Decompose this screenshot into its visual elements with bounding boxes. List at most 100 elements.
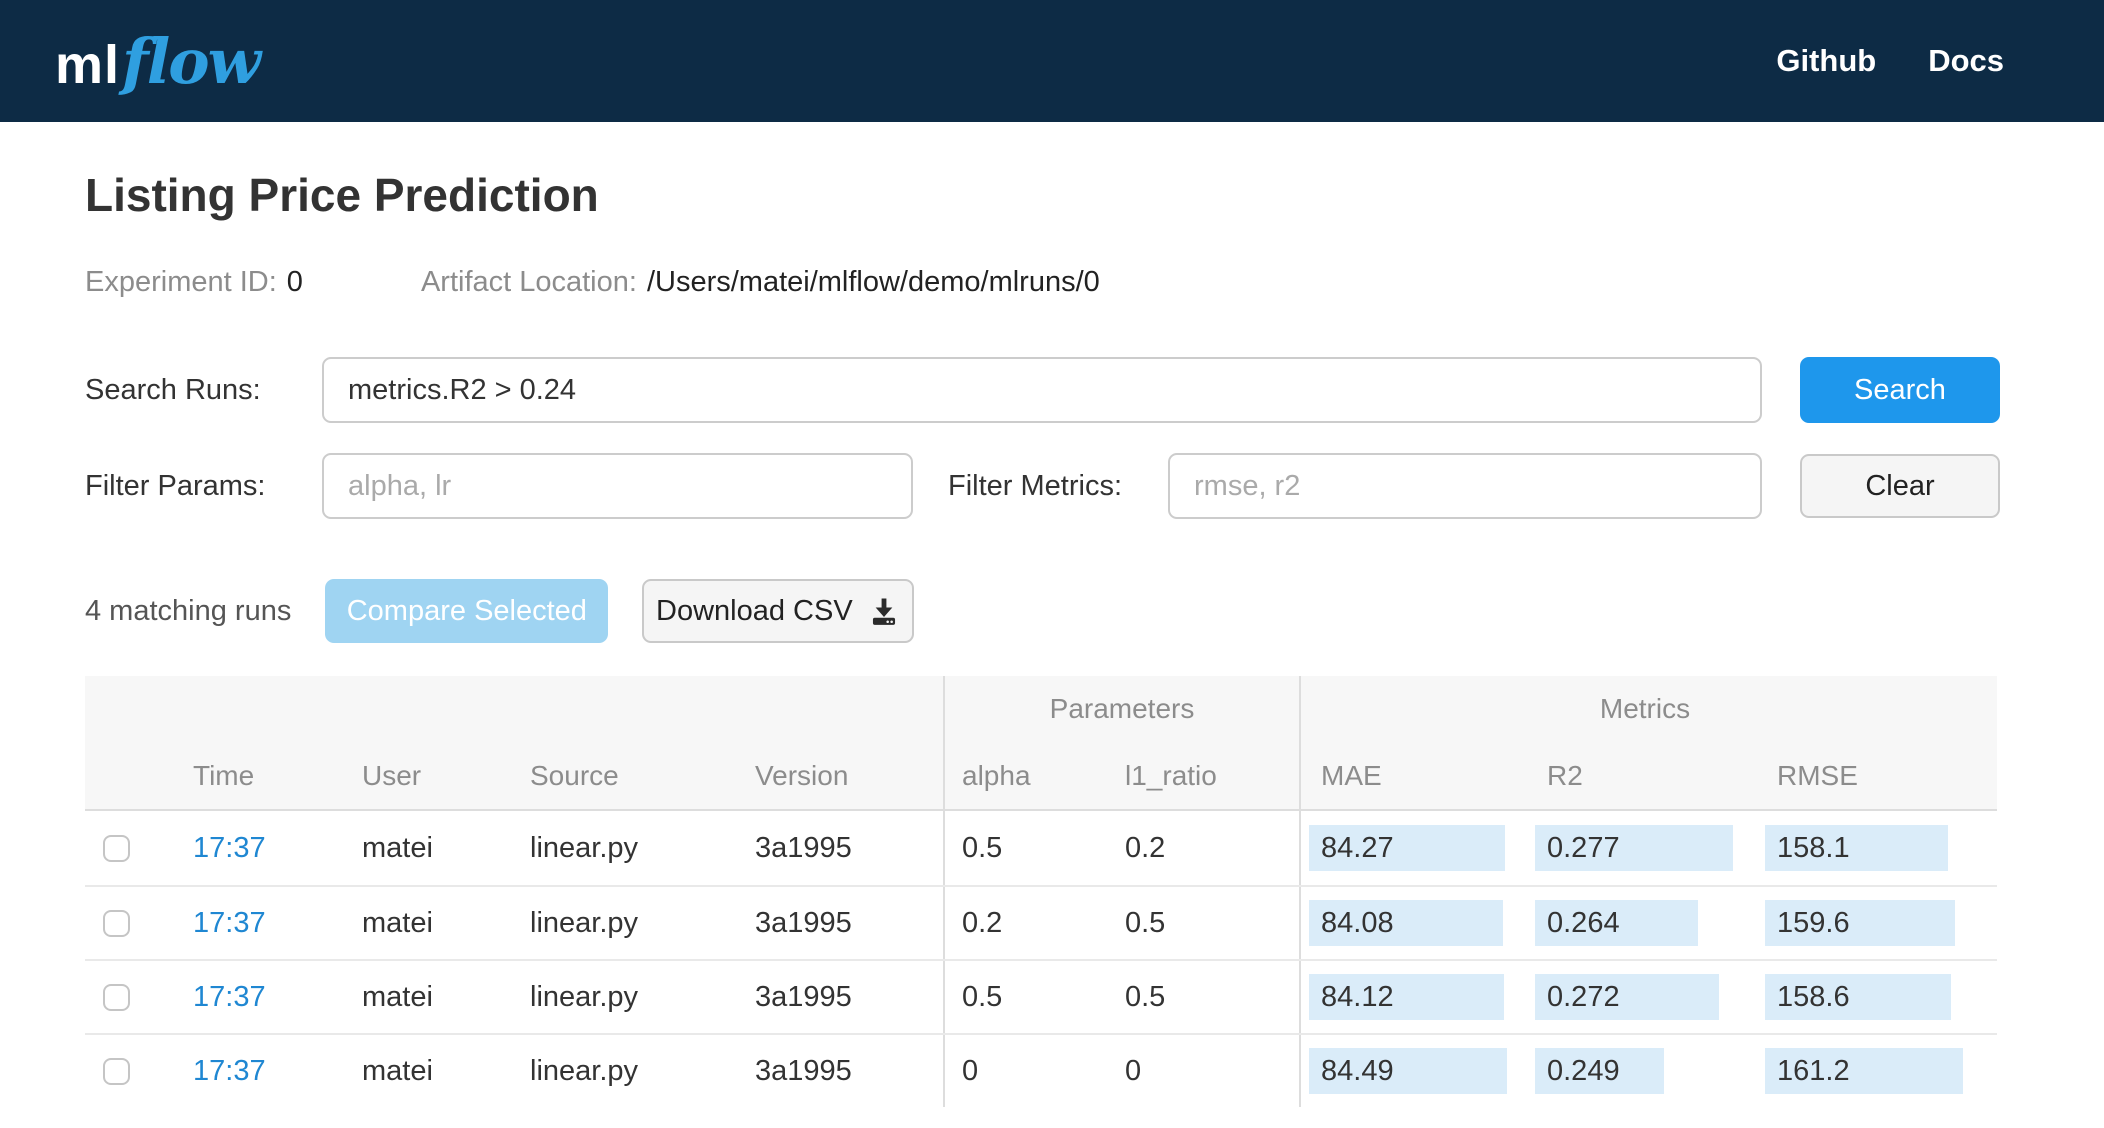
param-l1-ratio-cell: 0.5: [1125, 906, 1166, 939]
column-header-checkbox: [85, 742, 190, 809]
run-version-cell: 3a1995: [755, 831, 852, 864]
checkbox-cell: [85, 811, 190, 885]
column-header-version: Version: [755, 759, 849, 791]
metric-rmse-cell: 161.2: [1757, 1035, 1989, 1107]
param-alpha-cell: 0.2: [943, 887, 1105, 959]
row-checkbox[interactable]: [103, 1057, 130, 1085]
param-alpha-cell: 0.5: [943, 811, 1105, 885]
column-header-r2: R2: [1547, 759, 1583, 791]
run-time-link[interactable]: 17:37: [193, 907, 266, 940]
nav-link-docs[interactable]: Docs: [1928, 43, 2004, 79]
search-button[interactable]: Search: [1800, 357, 2000, 423]
param-l1-ratio-cell: 0.5: [1125, 980, 1166, 1013]
filter-row: Filter Params: Filter Metrics: Clear: [85, 453, 2000, 519]
run-time-link[interactable]: 17:37: [193, 1055, 266, 1088]
metric-rmse-cell: 159.6: [1757, 887, 1989, 959]
metric-mae-bar: 84.08: [1309, 900, 1503, 946]
metric-r2-bar: 0.264: [1535, 900, 1698, 946]
group-header-metrics: Metrics: [1299, 676, 1989, 742]
row-checkbox[interactable]: [103, 834, 130, 862]
search-runs-label: Search Runs:: [85, 373, 261, 406]
metric-mae-bar: 84.27: [1309, 825, 1505, 871]
metric-mae-cell: 84.12: [1299, 961, 1527, 1033]
row-checkbox[interactable]: [103, 983, 130, 1011]
table-column-header-row: Time User Source Version alpha l1_ratio …: [85, 742, 1997, 811]
nav-link-github[interactable]: Github: [1776, 43, 1876, 79]
artifact-location-pair: Artifact Location: /Users/matei/mlflow/d…: [421, 266, 1100, 299]
table-body: 17:37 matei linear.py 3a1995 0.5 0.2 84.27 0.27…: [85, 811, 1997, 1107]
run-version-cell: 3a1995: [755, 980, 852, 1013]
logo-text-ml: ml: [55, 34, 121, 95]
metric-rmse-cell: 158.1: [1757, 811, 1989, 885]
run-user-cell: matei: [362, 906, 433, 939]
checkbox-cell: [85, 887, 190, 959]
experiment-info-row: Experiment ID: 0 Artifact Location: /Use…: [85, 266, 2085, 299]
run-time-link[interactable]: 17:37: [193, 981, 266, 1014]
metric-mae-cell: 84.27: [1299, 811, 1527, 885]
table-row: 17:37 matei linear.py 3a1995 0.5 0.5 84.12 0.27…: [85, 959, 1997, 1033]
metric-r2-cell: 0.249: [1527, 1035, 1757, 1107]
param-l1-ratio-cell: 0: [1125, 1054, 1142, 1087]
column-header-mae: MAE: [1299, 742, 1527, 809]
actions-row: 4 matching runs Compare Selected Downloa…: [85, 579, 2000, 643]
logo-text-flow: flow: [122, 24, 261, 98]
table-row: 17:37 matei linear.py 3a1995 0 0 84.49 0.249 161…: [85, 1033, 1997, 1107]
checkbox-cell: [85, 961, 190, 1033]
metric-mae-bar: 84.49: [1309, 1048, 1507, 1094]
table-group-header-row: Parameters Metrics: [85, 676, 1997, 742]
table-row: 17:37 matei linear.py 3a1995 0.2 0.5 84.08 0.26…: [85, 885, 1997, 959]
search-runs-input[interactable]: [322, 357, 1762, 423]
navbar: ml flow Github Docs: [0, 0, 2104, 122]
runs-table: Parameters Metrics Time User Source Vers…: [85, 676, 1997, 1107]
param-alpha-cell: 0: [943, 1035, 1105, 1107]
run-time-cell: 17:37: [190, 811, 360, 885]
param-l1-ratio-cell: 0.2: [1125, 831, 1166, 864]
metric-r2-cell: 0.264: [1527, 887, 1757, 959]
run-user-cell: matei: [362, 980, 433, 1013]
column-header-user: User: [362, 759, 422, 791]
column-header-time: Time: [193, 759, 255, 791]
run-time-cell: 17:37: [190, 961, 360, 1033]
download-to-disk-icon: [872, 598, 895, 625]
metric-r2-cell: 0.272: [1527, 961, 1757, 1033]
download-csv-label: Download CSV: [656, 594, 853, 627]
run-user-cell: matei: [362, 1054, 433, 1087]
search-row: Search Runs: Search: [85, 357, 2000, 423]
run-time-cell: 17:37: [190, 887, 360, 959]
run-time-cell: 17:37: [190, 1035, 360, 1107]
table-row: 17:37 matei linear.py 3a1995 0.5 0.2 84.27 0.27…: [85, 811, 1997, 885]
run-source-cell: linear.py: [530, 1054, 639, 1087]
page-title: Listing Price Prediction: [85, 169, 599, 221]
experiment-id-pair: Experiment ID: 0: [85, 266, 303, 299]
compare-selected-button[interactable]: Compare Selected: [325, 579, 609, 643]
metric-mae-cell: 84.08: [1299, 887, 1527, 959]
run-source-cell: linear.py: [530, 906, 639, 939]
download-csv-button[interactable]: Download CSV: [642, 579, 915, 643]
group-header-parameters: Parameters: [943, 676, 1299, 742]
artifact-location-label: Artifact Location:: [420, 266, 637, 298]
metric-r2-bar: 0.249: [1535, 1048, 1664, 1094]
metric-rmse-bar: 158.1: [1765, 825, 1948, 871]
run-version-cell: 3a1995: [755, 1054, 852, 1087]
run-user-cell: matei: [362, 831, 433, 864]
column-header-rmse: RMSE: [1777, 759, 1858, 791]
main-content: Listing Price Prediction Experiment ID: …: [0, 168, 2085, 1107]
metric-mae-cell: 84.49: [1299, 1035, 1527, 1107]
run-source-cell: linear.py: [530, 980, 639, 1013]
column-header-source: Source: [530, 759, 619, 791]
clear-button[interactable]: Clear: [1800, 454, 2000, 518]
matching-runs-count: 4 matching runs: [85, 594, 292, 627]
artifact-location-value: /Users/matei/mlflow/demo/mlruns/0: [646, 266, 1100, 298]
filter-metrics-input[interactable]: [1168, 453, 1762, 519]
checkbox-cell: [85, 1035, 190, 1107]
row-checkbox[interactable]: [103, 909, 130, 937]
filter-params-input[interactable]: [322, 453, 913, 519]
metric-rmse-bar: 159.6: [1765, 900, 1955, 946]
filter-metrics-label: Filter Metrics:: [948, 469, 1122, 502]
column-header-alpha: alpha: [943, 742, 1105, 809]
mlflow-logo[interactable]: ml flow: [55, 24, 261, 98]
metric-r2-bar: 0.272: [1535, 974, 1719, 1020]
metric-r2-cell: 0.277: [1527, 811, 1757, 885]
run-source-cell: linear.py: [530, 831, 639, 864]
run-time-link[interactable]: 17:37: [193, 832, 266, 865]
